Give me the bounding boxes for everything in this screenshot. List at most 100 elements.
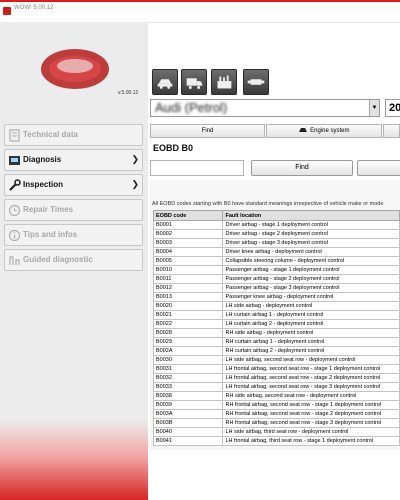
search-input[interactable] xyxy=(150,160,244,176)
search-title: EOBD B0 xyxy=(153,143,194,153)
tab-find[interactable]: Find xyxy=(150,124,265,138)
sidebar-item-tips-and-infos[interactable]: Tips and infos xyxy=(4,224,143,246)
search-header: EOBD B0 xyxy=(150,140,400,159)
tab-engine-system-label: Engine system xyxy=(310,128,350,134)
vehicle-category-button[interactable] xyxy=(152,69,178,95)
table-row[interactable]: B0020 LH side airbag - deployment control xyxy=(152,301,400,311)
cell-fault-location: LH frontal airbag, third seat row - stag… xyxy=(222,436,400,446)
cell-fault-location: Passenger airbag - stage 2 deployment co… xyxy=(222,274,400,284)
factory-icon xyxy=(217,75,232,89)
sidebar-item-label: Tips and infos xyxy=(23,230,78,239)
cell-fault-location: LH side airbag, third seat row - deploym… xyxy=(222,427,400,437)
factory-category-button[interactable] xyxy=(211,69,237,95)
find-button[interactable]: Find xyxy=(251,160,353,176)
eobd-codes-table: EOBD code Fault location B0001 Driver air… xyxy=(152,210,400,446)
sidebar-item-label: Diagnosis xyxy=(23,155,62,164)
cell-fault-location: RH side airbag, second seat row - deploy… xyxy=(222,391,400,401)
clock-icon xyxy=(8,204,21,217)
table-row[interactable]: B0033 LH frontal airbag, second seat row … xyxy=(152,382,400,392)
document-icon xyxy=(9,129,20,142)
app-version: v.5.00.12 xyxy=(118,90,139,96)
table-row[interactable]: B003B RH frontal airbag, second seat row … xyxy=(152,418,400,428)
cell-code: B002A xyxy=(152,346,224,356)
wrench-icon xyxy=(9,179,21,191)
cell-fault-location: LH frontal airbag, second seat row - sta… xyxy=(222,364,400,374)
title-bar: WOW! 5.00.12 xyxy=(0,0,400,23)
cell-fault-location: Driver airbag - stage 2 deployment contr… xyxy=(222,229,400,239)
cell-code: B0022 xyxy=(152,319,224,329)
table-row[interactable]: B0012 Passenger airbag - stage 3 deployme… xyxy=(152,283,400,293)
truck-category-button[interactable] xyxy=(181,69,207,95)
sidebar-item-label: Inspection xyxy=(23,180,64,189)
cell-code: B003B xyxy=(152,418,224,428)
sidebar-item-guided-diagnostic[interactable]: Guided diagnostic xyxy=(4,249,143,271)
sidebar-item-inspection[interactable]: Inspection ❯ xyxy=(4,174,143,196)
secondary-button[interactable] xyxy=(357,160,400,176)
cell-fault-location: Passenger airbag - stage 3 deployment co… xyxy=(222,283,400,293)
cell-code: B0012 xyxy=(152,283,224,293)
sidebar-item-technical-data[interactable]: Technical data xyxy=(4,124,143,146)
table-row[interactable]: B0005 Collapsible steering column - deplo… xyxy=(152,256,400,266)
chevron-right-icon: ❯ xyxy=(131,179,139,189)
table-row[interactable]: B0039 RH frontal airbag, second seat row … xyxy=(152,400,400,410)
cell-code: B0033 xyxy=(152,382,224,392)
window-title: WOW! 5.00.12 xyxy=(14,5,54,11)
sidebar-item-label: Guided diagnostic xyxy=(23,255,93,264)
cell-fault-location: Passenger airbag - stage 1 deployment co… xyxy=(222,265,400,275)
table-row[interactable]: B0021 LH curtain airbag 1 - deployment co… xyxy=(152,310,400,320)
table-row[interactable]: B003A RH frontal airbag, second seat row … xyxy=(152,409,400,419)
column-header-code: EOBD code xyxy=(152,210,224,221)
table-row[interactable]: B0011 Passenger airbag - stage 2 deployme… xyxy=(152,274,400,284)
cell-fault-location: Collapsible steering column - deployment… xyxy=(222,256,400,266)
cell-code: B0029 xyxy=(152,337,224,347)
sidebar-item-diagnosis[interactable]: Diagnosis ❯ xyxy=(4,149,143,171)
table-row[interactable]: B0041 LH frontal airbag, third seat row -… xyxy=(152,436,400,446)
chevron-down-icon[interactable]: ▼ xyxy=(369,100,379,116)
tab-engine-system[interactable]: Engine system xyxy=(266,124,382,138)
cell-fault-location: LH frontal airbag, second seat row - sta… xyxy=(222,382,400,392)
truck-icon xyxy=(186,78,203,90)
cell-fault-location: LH frontal airbag, second seat row - sta… xyxy=(222,373,400,383)
table-row[interactable]: B0030 LH side airbag, second seat row - d… xyxy=(152,355,400,365)
find-button-label: Find xyxy=(295,164,309,171)
cell-code: B0040 xyxy=(152,427,224,437)
sidebar-item-repair-times[interactable]: Repair Times xyxy=(4,199,143,221)
cell-fault-location: RH curtain airbag 2 - deployment control xyxy=(222,346,400,356)
cell-fault-location: RH frontal airbag, second seat row - sta… xyxy=(222,418,400,428)
year-select[interactable]: 20 xyxy=(385,99,400,117)
cell-fault-location: RH side airbag - deployment control xyxy=(222,328,400,338)
cell-code: B003A xyxy=(152,409,224,419)
cell-fault-location: Driver airbag - stage 1 deployment contr… xyxy=(222,220,400,230)
results-panel: All EOBD codes starting with B0 have sta… xyxy=(150,180,400,450)
cell-code: B0020 xyxy=(152,301,224,311)
cell-code: B0004 xyxy=(152,247,224,257)
table-row[interactable]: B0003 Driver airbag - stage 3 deployment … xyxy=(152,238,400,248)
search-row: Find xyxy=(150,158,400,180)
table-row[interactable]: B0040 LH side airbag, third seat row - de… xyxy=(152,427,400,437)
cell-code: B0041 xyxy=(152,436,224,446)
table-row[interactable]: B0001 Driver airbag - stage 1 deployment … xyxy=(152,220,400,230)
table-row[interactable]: B002A RH curtain airbag 2 - deployment co… xyxy=(152,346,400,356)
vehicle-select[interactable]: Audi (Petrol) ▼ xyxy=(150,99,380,117)
table-row[interactable]: B0004 Driver knee airbag - deployment con… xyxy=(152,247,400,257)
table-row[interactable]: B0031 LH frontal airbag, second seat row … xyxy=(152,364,400,374)
sidebar-item-label: Technical data xyxy=(23,130,78,139)
table-row[interactable]: B0010 Passenger airbag - stage 1 deployme… xyxy=(152,265,400,275)
connector-category-button[interactable] xyxy=(243,69,269,95)
table-row[interactable]: B0013 Passenger knee airbag - deployment … xyxy=(152,292,400,302)
cell-code: B0032 xyxy=(152,373,224,383)
cell-fault-location: RH curtain airbag 1 - deployment control xyxy=(222,337,400,347)
table-row[interactable]: B0029 RH curtain airbag 1 - deployment co… xyxy=(152,337,400,347)
tab-more[interactable] xyxy=(383,124,400,138)
table-row[interactable]: B0022 LH curtain airbag 2 - deployment co… xyxy=(152,319,400,329)
cell-fault-location: LH side airbag, second seat row - deploy… xyxy=(222,355,400,365)
table-row[interactable]: B0028 RH side airbag - deployment control xyxy=(152,328,400,338)
table-row[interactable]: B0038 RH side airbag, second seat row - d… xyxy=(152,391,400,401)
cell-fault-location: LH curtain airbag 1 - deployment control xyxy=(222,310,400,320)
table-row[interactable]: B0032 LH frontal airbag, second seat row … xyxy=(152,373,400,383)
table-header-row: EOBD code Fault location xyxy=(152,210,400,221)
cell-code: B0010 xyxy=(152,265,224,275)
table-row[interactable]: B0002 Driver airbag - stage 2 deployment … xyxy=(152,229,400,239)
cell-code: B0039 xyxy=(152,400,224,410)
guided-diagnostic-icon xyxy=(9,256,20,265)
